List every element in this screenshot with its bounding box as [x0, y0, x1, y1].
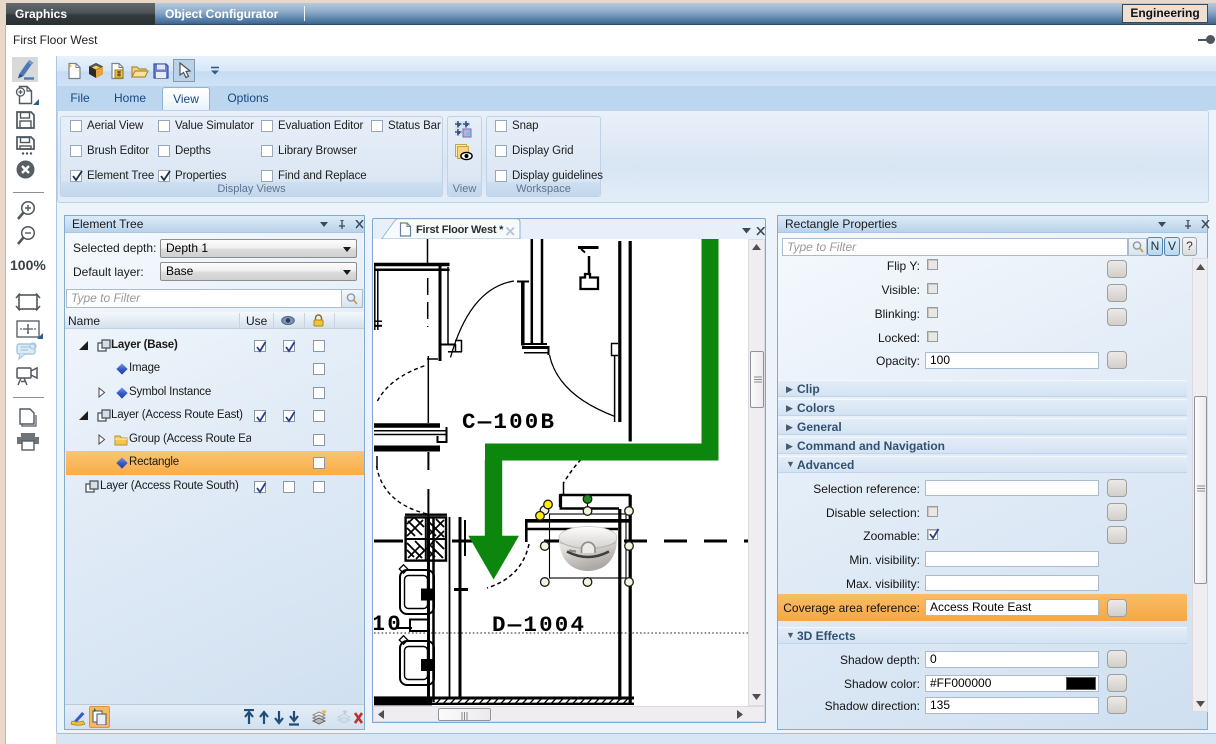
svg-text:C—100B: C—100B	[462, 409, 556, 435]
svg-text:D—1004: D—1004	[492, 612, 586, 638]
svg-text:10: 10	[374, 611, 403, 637]
